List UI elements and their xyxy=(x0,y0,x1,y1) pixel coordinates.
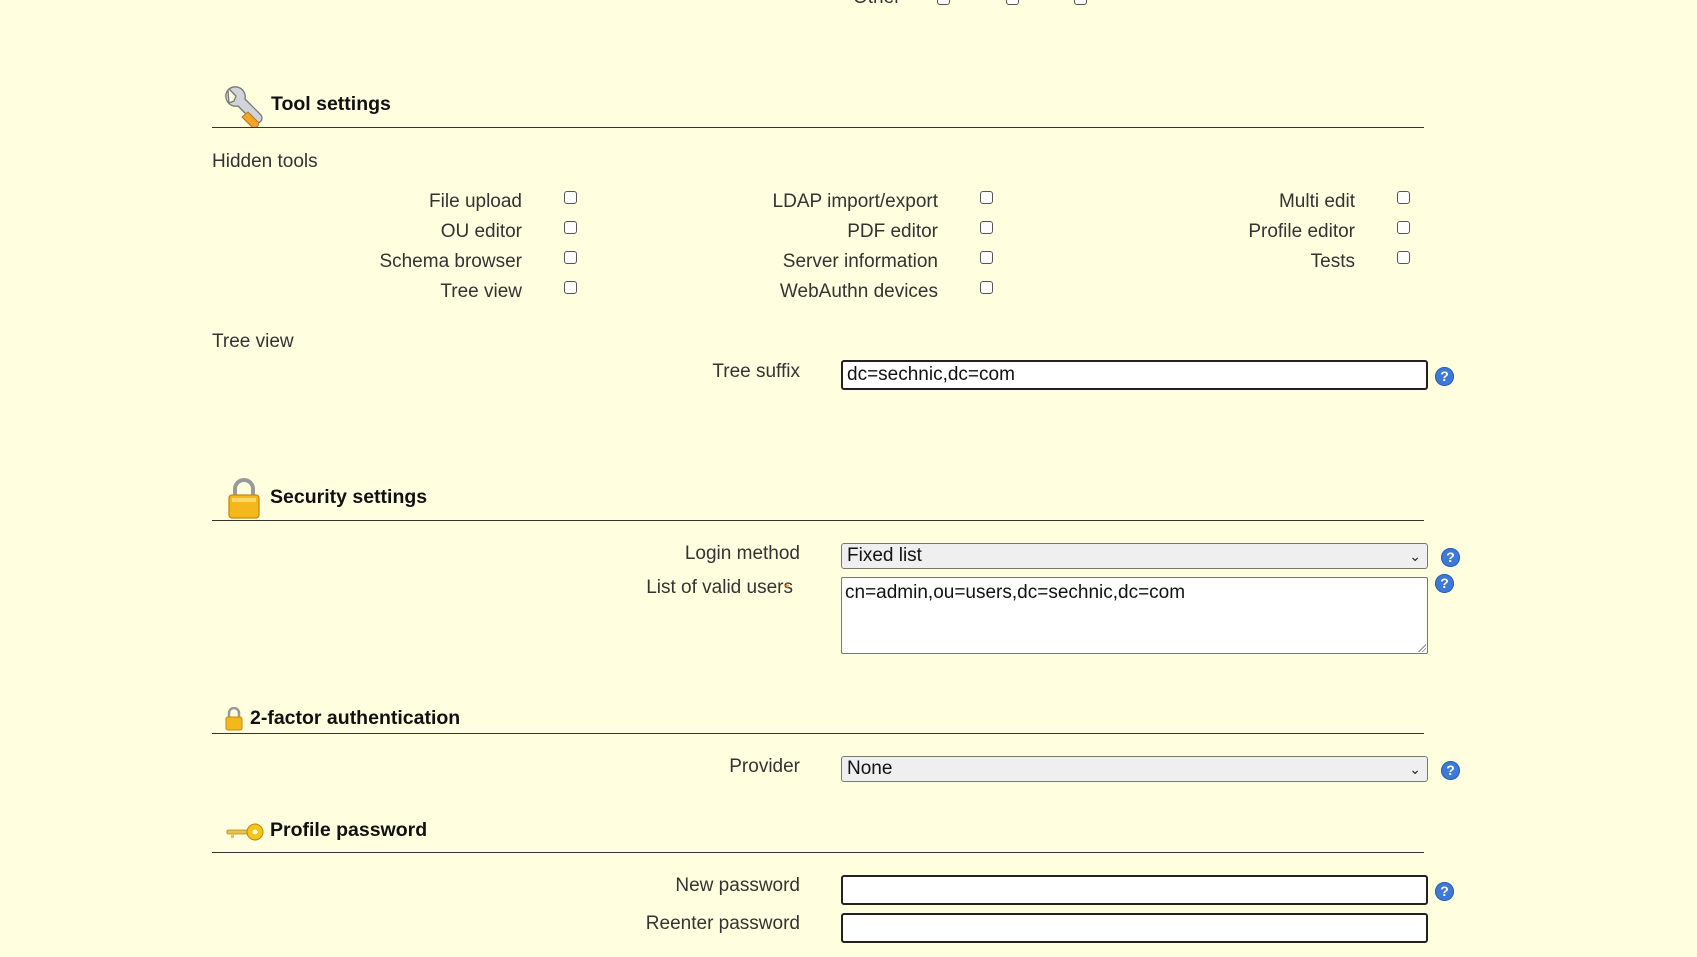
tool-label-file-upload: File upload xyxy=(429,191,522,212)
lock-icon xyxy=(226,478,262,526)
tool-label-ou-editor: OU editor xyxy=(440,221,522,242)
checkbox-webauthn-devices[interactable] xyxy=(980,281,993,294)
chevron-down-icon: ⌄ xyxy=(1409,761,1421,777)
tool-label-pdf-editor: PDF editor xyxy=(847,221,938,242)
checkbox-multi-edit[interactable] xyxy=(1397,191,1410,204)
help-icon[interactable]: ? xyxy=(1441,761,1460,780)
login-method-label: Login method xyxy=(684,543,800,564)
checkbox-file-upload[interactable] xyxy=(564,191,577,204)
valid-users-label-text: List of valid users xyxy=(646,577,793,598)
help-icon[interactable]: ? xyxy=(1441,548,1460,567)
tool-label-tests: Tests xyxy=(1310,251,1355,272)
profile-password-divider xyxy=(212,852,1424,853)
resize-handle[interactable] xyxy=(1417,643,1426,652)
tool-settings-title: Tool settings xyxy=(271,93,391,115)
provider-select[interactable]: None ⌄ xyxy=(841,756,1428,782)
required-marker: * xyxy=(784,580,790,596)
tree-suffix-input[interactable] xyxy=(841,360,1428,390)
checkbox-server-information[interactable] xyxy=(980,251,993,264)
valid-users-textarea[interactable]: cn=admin,ou=users,dc=sechnic,dc=com xyxy=(841,577,1428,654)
help-icon[interactable]: ? xyxy=(1435,574,1454,593)
new-password-input[interactable] xyxy=(841,875,1428,905)
security-settings-title: Security settings xyxy=(270,486,428,508)
security-settings-divider xyxy=(212,520,1424,521)
login-method-select[interactable]: Fixed list ⌄ xyxy=(841,543,1428,569)
tool-label-ldap-import-export: LDAP import/export xyxy=(772,191,938,212)
checkbox-schema-browser[interactable] xyxy=(564,251,577,264)
key-icon xyxy=(225,820,265,850)
tool-settings-divider xyxy=(212,127,1424,128)
login-method-value: Fixed list xyxy=(847,545,922,566)
checkbox-ou-editor[interactable] xyxy=(564,221,577,234)
help-icon[interactable]: ? xyxy=(1435,367,1454,386)
checkbox-tests[interactable] xyxy=(1397,251,1410,264)
reenter-password-input[interactable] xyxy=(841,913,1428,943)
top-checkbox-1[interactable] xyxy=(937,0,950,5)
checkbox-ldap-import-export[interactable] xyxy=(980,191,993,204)
hidden-tools-label: Hidden tools xyxy=(212,151,318,172)
tool-label-server-information: Server information xyxy=(782,251,938,272)
tool-label-profile-editor: Profile editor xyxy=(1248,221,1355,242)
valid-users-value: cn=admin,ou=users,dc=sechnic,dc=com xyxy=(845,582,1186,603)
checkbox-profile-editor[interactable] xyxy=(1397,221,1410,234)
checkbox-tree-view[interactable] xyxy=(564,281,577,294)
new-password-label: New password xyxy=(675,875,800,896)
tree-view-label: Tree view xyxy=(212,331,294,352)
help-icon[interactable]: ? xyxy=(1435,882,1454,901)
tree-suffix-label: Tree suffix xyxy=(712,361,800,382)
provider-value: None xyxy=(847,758,893,779)
profile-password-title: Profile password xyxy=(270,819,428,841)
tool-label-schema-browser: Schema browser xyxy=(379,251,522,272)
tool-label-multi-edit: Multi edit xyxy=(1278,191,1355,212)
tool-label-tree-view: Tree view xyxy=(440,281,522,302)
other-label: Other xyxy=(853,0,901,9)
chevron-down-icon: ⌄ xyxy=(1409,548,1421,564)
tool-label-webauthn-devices: WebAuthn devices xyxy=(779,281,938,302)
two-factor-title: 2-factor authentication xyxy=(250,707,461,729)
two-factor-divider xyxy=(212,733,1424,734)
checkbox-pdf-editor[interactable] xyxy=(980,221,993,234)
provider-label: Provider xyxy=(729,756,800,777)
reenter-password-label: Reenter password xyxy=(645,913,800,934)
top-checkbox-3[interactable] xyxy=(1074,0,1087,5)
top-checkbox-2[interactable] xyxy=(1006,0,1019,5)
valid-users-label: List of valid users xyxy=(646,577,793,599)
